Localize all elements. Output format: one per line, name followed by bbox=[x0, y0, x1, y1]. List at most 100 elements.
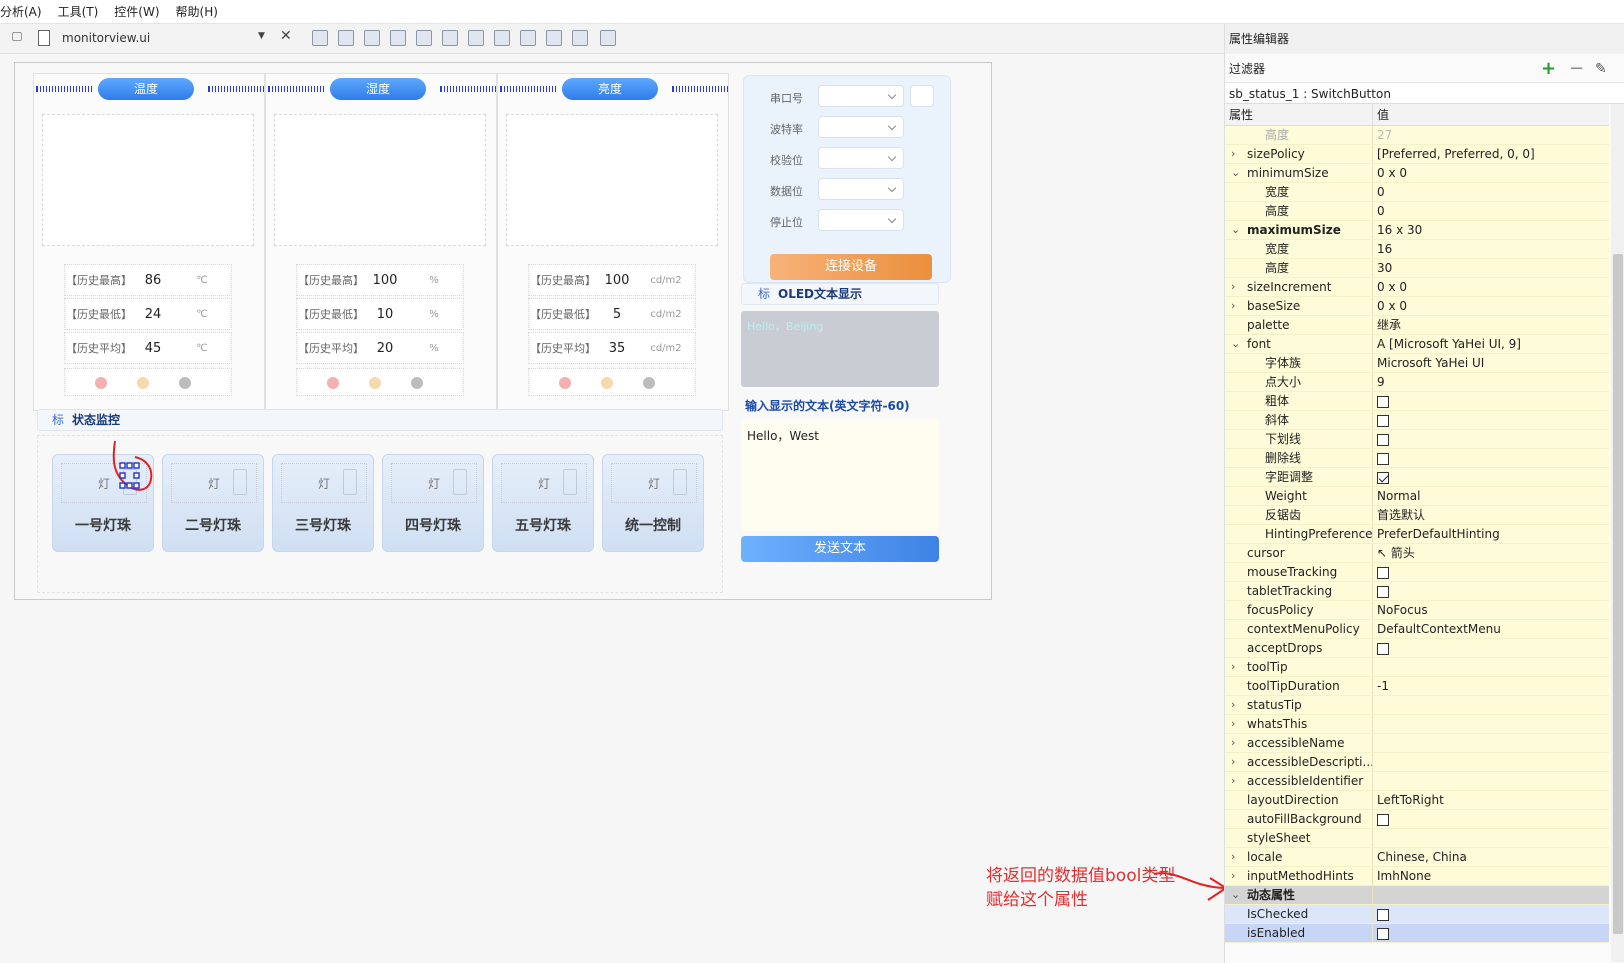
property-checkbox[interactable] bbox=[1377, 642, 1389, 655]
configure-wrench-icon[interactable]: ✎ bbox=[1595, 55, 1607, 83]
expand-arrow-icon[interactable]: ⌄ bbox=[1231, 221, 1240, 239]
lamp-control-button[interactable]: 灯二号灯珠 bbox=[162, 454, 264, 552]
menu-item[interactable]: 帮助(H) bbox=[176, 3, 218, 20]
property-row[interactable]: ⌄ minimumSize 0 x 0 bbox=[1225, 164, 1609, 183]
property-value[interactable] bbox=[1373, 449, 1609, 467]
scrollbar-thumb[interactable] bbox=[1613, 254, 1623, 934]
property-value[interactable]: 16 x 30 bbox=[1373, 221, 1609, 239]
property-row[interactable]: tabletTracking bbox=[1225, 582, 1609, 601]
property-checkbox[interactable] bbox=[1377, 927, 1389, 940]
property-row[interactable]: › toolTip bbox=[1225, 658, 1609, 677]
property-row[interactable]: ⌄ font A [Microsoft YaHei UI, 9] bbox=[1225, 335, 1609, 354]
property-value[interactable] bbox=[1373, 563, 1609, 581]
property-row[interactable]: focusPolicy NoFocus bbox=[1225, 601, 1609, 620]
property-checkbox[interactable] bbox=[1377, 414, 1389, 427]
toolbar-tool-icon[interactable] bbox=[338, 30, 354, 46]
expand-arrow-icon[interactable]: › bbox=[1231, 278, 1235, 296]
expand-arrow-icon[interactable]: › bbox=[1231, 715, 1235, 733]
property-value[interactable] bbox=[1373, 772, 1609, 790]
property-value[interactable] bbox=[1373, 905, 1609, 923]
property-row[interactable]: Weight Normal bbox=[1225, 487, 1609, 506]
file-dropdown-icon[interactable]: ▼ bbox=[258, 31, 265, 41]
property-value[interactable]: 30 bbox=[1373, 259, 1609, 277]
lamp-control-button[interactable]: 灯统一控制 bbox=[602, 454, 704, 552]
property-value[interactable] bbox=[1373, 658, 1609, 676]
lamp-control-button[interactable]: 灯三号灯珠 bbox=[272, 454, 374, 552]
property-row[interactable]: isEnabled bbox=[1225, 924, 1609, 943]
property-value[interactable]: Normal bbox=[1373, 487, 1609, 505]
property-value[interactable]: LeftToRight bbox=[1373, 791, 1609, 809]
property-row[interactable]: › whatsThis bbox=[1225, 715, 1609, 734]
property-row[interactable]: › sizePolicy [Preferred, Preferred, 0, 0] bbox=[1225, 145, 1609, 164]
expand-arrow-icon[interactable]: › bbox=[1231, 772, 1235, 790]
toolbar-tool-icon[interactable] bbox=[442, 30, 458, 46]
property-value[interactable]: ↖ 箭头 bbox=[1373, 544, 1609, 562]
property-row[interactable]: › accessibleName bbox=[1225, 734, 1609, 753]
expand-arrow-icon[interactable]: › bbox=[1231, 848, 1235, 866]
toolbar-tool-icon[interactable] bbox=[572, 30, 588, 46]
property-row[interactable]: autoFillBackground bbox=[1225, 810, 1609, 829]
property-row[interactable]: HintingPreference PreferDefaultHinting bbox=[1225, 525, 1609, 544]
expand-arrow-icon[interactable]: › bbox=[1231, 696, 1235, 714]
property-value[interactable]: NoFocus bbox=[1373, 601, 1609, 619]
property-row[interactable]: › baseSize 0 x 0 bbox=[1225, 297, 1609, 316]
property-value[interactable] bbox=[1373, 886, 1609, 904]
property-value[interactable] bbox=[1373, 829, 1609, 847]
expand-arrow-icon[interactable]: ⌄ bbox=[1231, 335, 1240, 353]
property-row[interactable]: 下划线 bbox=[1225, 430, 1609, 449]
property-value[interactable]: -1 bbox=[1373, 677, 1609, 695]
property-row[interactable]: cursor ↖ 箭头 bbox=[1225, 544, 1609, 563]
property-value[interactable]: 27 bbox=[1373, 126, 1609, 144]
property-checkbox[interactable] bbox=[1377, 471, 1389, 484]
expand-arrow-icon[interactable]: › bbox=[1231, 867, 1235, 885]
property-row[interactable]: 斜体 bbox=[1225, 411, 1609, 430]
property-row[interactable]: palette 继承 bbox=[1225, 316, 1609, 335]
property-value[interactable] bbox=[1373, 715, 1609, 733]
property-checkbox[interactable] bbox=[1377, 452, 1389, 465]
property-value[interactable] bbox=[1373, 582, 1609, 600]
property-value[interactable] bbox=[1373, 639, 1609, 657]
property-row[interactable]: › accessibleDescripti... bbox=[1225, 753, 1609, 772]
property-row[interactable]: 字体族 Microsoft YaHei UI bbox=[1225, 354, 1609, 373]
property-value[interactable]: 0 x 0 bbox=[1373, 297, 1609, 315]
expand-arrow-icon[interactable]: › bbox=[1231, 145, 1235, 163]
lamp-switch[interactable] bbox=[343, 469, 357, 495]
menu-item[interactable]: 控件(W) bbox=[114, 3, 159, 20]
property-row[interactable]: 字距调整 bbox=[1225, 468, 1609, 487]
property-value[interactable] bbox=[1373, 810, 1609, 828]
expand-arrow-icon[interactable]: › bbox=[1231, 753, 1235, 771]
toolbar-tool-icon[interactable] bbox=[520, 30, 536, 46]
property-row[interactable]: ⌄ maximumSize 16 x 30 bbox=[1225, 221, 1609, 240]
serial-select[interactable] bbox=[818, 85, 904, 107]
property-value[interactable]: 9 bbox=[1373, 373, 1609, 391]
property-value[interactable]: 0 bbox=[1373, 202, 1609, 220]
lamp-control-button[interactable]: 灯五号灯珠 bbox=[492, 454, 594, 552]
property-row[interactable]: 点大小 9 bbox=[1225, 373, 1609, 392]
property-value[interactable]: [Preferred, Preferred, 0, 0] bbox=[1373, 145, 1609, 163]
expand-arrow-icon[interactable]: ⌄ bbox=[1231, 164, 1240, 182]
property-value[interactable]: Chinese, China bbox=[1373, 848, 1609, 866]
expand-arrow-icon[interactable]: ⌄ bbox=[1231, 886, 1240, 904]
property-value[interactable]: 0 x 0 bbox=[1373, 164, 1609, 182]
property-checkbox[interactable] bbox=[1377, 566, 1389, 579]
property-row[interactable]: › accessibleIdentifier bbox=[1225, 772, 1609, 791]
property-checkbox[interactable] bbox=[1377, 908, 1389, 921]
property-row[interactable]: › statusTip bbox=[1225, 696, 1609, 715]
property-checkbox[interactable] bbox=[1377, 585, 1389, 598]
property-row[interactable]: 删除线 bbox=[1225, 449, 1609, 468]
property-value[interactable] bbox=[1373, 411, 1609, 429]
file-name[interactable]: monitorview.ui bbox=[62, 31, 150, 45]
property-row[interactable]: toolTipDuration -1 bbox=[1225, 677, 1609, 696]
serial-select[interactable] bbox=[818, 209, 904, 231]
property-value[interactable]: 首选默认 bbox=[1373, 506, 1609, 524]
property-checkbox[interactable] bbox=[1377, 813, 1389, 826]
toolbar-tool-icon[interactable] bbox=[364, 30, 380, 46]
property-row[interactable]: 高度 0 bbox=[1225, 202, 1609, 221]
property-value[interactable]: 0 x 0 bbox=[1373, 278, 1609, 296]
property-value[interactable]: DefaultContextMenu bbox=[1373, 620, 1609, 638]
property-checkbox[interactable] bbox=[1377, 395, 1389, 408]
property-value[interactable]: ImhNone bbox=[1373, 867, 1609, 885]
property-row[interactable]: › sizeIncrement 0 x 0 bbox=[1225, 278, 1609, 297]
property-row[interactable]: 宽度 0 bbox=[1225, 183, 1609, 202]
toolbar-tool-icon[interactable] bbox=[416, 30, 432, 46]
